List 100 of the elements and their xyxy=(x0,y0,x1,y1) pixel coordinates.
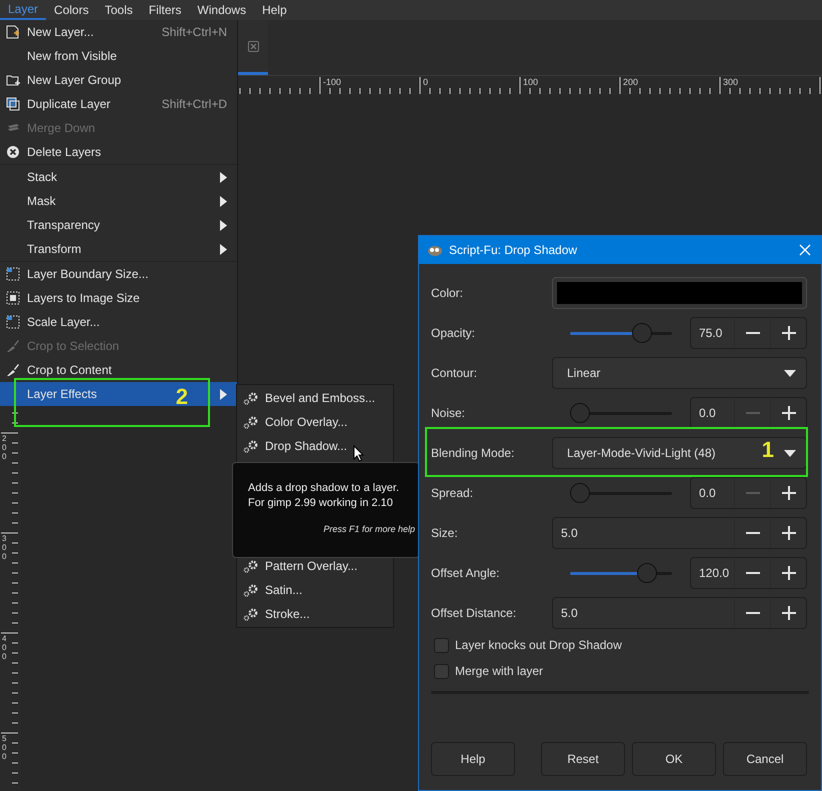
menu-item[interactable]: Bevel and Emboss... xyxy=(237,386,393,410)
menu-item-label: Mask xyxy=(27,193,56,210)
resize-icon xyxy=(6,267,20,281)
ruler-label: 100 xyxy=(522,77,540,87)
ruler-label: 200 xyxy=(2,435,8,462)
menu-item-label: Crop to Selection xyxy=(27,338,120,355)
gear-icon xyxy=(243,559,259,573)
gear-icon xyxy=(243,415,259,429)
menu-item[interactable]: Crop to Content xyxy=(0,358,237,382)
menu-item-label: Satin... xyxy=(265,582,302,599)
slider-thumb[interactable] xyxy=(637,563,658,583)
menu-item-label: Transform xyxy=(27,241,82,258)
menu-item-label: Delete Layers xyxy=(27,144,102,161)
checkbox[interactable] xyxy=(434,638,449,652)
menu-item[interactable]: Transform xyxy=(0,237,237,261)
fit-size-icon xyxy=(6,291,20,305)
field-label: Color: xyxy=(431,285,464,302)
ruler-label: 300 xyxy=(2,535,8,562)
spin-box[interactable]: 75.0 xyxy=(690,317,807,349)
shortcut-label: Shift+Ctrl+D xyxy=(162,96,227,113)
minus-icon xyxy=(746,572,760,574)
window-title: Script-Fu: Drop Shadow xyxy=(449,242,578,259)
close-icon[interactable] xyxy=(248,40,258,52)
field-label: Blending Mode: xyxy=(431,445,516,462)
submenu-arrow-icon xyxy=(220,172,227,182)
field-label: Noise: xyxy=(431,405,466,422)
menu-item-label: Stack xyxy=(27,169,58,186)
tooltip-text: Adds a drop shadow to a layer. xyxy=(248,481,400,496)
menu-item[interactable]: Color Overlay... xyxy=(237,410,393,434)
menu-item[interactable]: Satin... xyxy=(237,578,393,602)
knife-icon xyxy=(6,339,20,353)
slider-thumb[interactable] xyxy=(570,483,590,503)
slider[interactable] xyxy=(570,323,672,343)
slider-thumb[interactable] xyxy=(632,323,652,343)
spin-value: 5.0 xyxy=(560,525,579,542)
menu-item[interactable]: New Layer... Shift+Ctrl+N xyxy=(0,20,237,44)
tooltip-text: For gimp 2.99 working in 2.10 xyxy=(248,496,393,511)
menu-item[interactable]: Delete Layers xyxy=(0,140,237,164)
menu-item[interactable]: Scale Layer... xyxy=(0,310,237,334)
ruler-label: 200 xyxy=(622,77,640,87)
field-label: Offset Angle: xyxy=(431,565,500,582)
gear-icon xyxy=(243,607,259,621)
dialog-button[interactable]: Cancel xyxy=(723,742,807,776)
menu-bar-item[interactable]: Filters xyxy=(140,0,190,20)
submenu-arrow-icon xyxy=(220,196,227,206)
menu-item-label: Crop to Content xyxy=(27,362,112,379)
minus-icon xyxy=(746,612,760,614)
annotation-number: 1 xyxy=(762,437,774,463)
menu-bar-item[interactable]: Help xyxy=(254,0,295,20)
menu-item-label: New Layer... xyxy=(27,24,94,41)
menu-item-label: Transparency xyxy=(27,217,100,234)
field-label: Offset Distance: xyxy=(431,605,518,622)
plus-icon xyxy=(782,326,796,340)
menu-item[interactable]: Stack xyxy=(0,165,237,189)
menu-item[interactable]: Mask xyxy=(0,189,237,213)
spin-value: 75.0 xyxy=(698,325,724,342)
spin-box[interactable]: 5.0 xyxy=(552,597,807,629)
menu-item[interactable]: Pattern Overlay... xyxy=(237,554,393,578)
menu-item-label: Color Overlay... xyxy=(265,414,348,431)
field-label: Spread: xyxy=(431,485,474,502)
app-logo-icon xyxy=(427,244,443,256)
dropdown-arrow-icon xyxy=(784,370,796,376)
submenu-arrow-icon xyxy=(220,244,227,254)
spin-box[interactable]: 5.0 xyxy=(552,517,807,549)
minus-icon xyxy=(746,412,760,414)
menu-item-label: Bevel and Emboss... xyxy=(265,390,376,407)
color-button[interactable] xyxy=(552,277,807,309)
menu-bar-item[interactable]: Colors xyxy=(46,0,97,20)
menu-item[interactable]: Duplicate Layer Shift+Ctrl+D xyxy=(0,92,237,116)
menu-item[interactable]: New from Visible xyxy=(0,44,237,68)
field-label: Opacity: xyxy=(431,325,476,342)
shortcut-label: Shift+Ctrl+N xyxy=(162,24,227,41)
spin-value: 120.0 xyxy=(698,565,730,582)
resize-icon xyxy=(6,315,20,329)
menu-item[interactable]: Drop Shadow... xyxy=(237,434,393,458)
minus-icon xyxy=(746,532,760,534)
dialog-button[interactable]: Reset xyxy=(541,742,625,776)
tooltip-hint: Press F1 for more help xyxy=(323,523,415,535)
menu-item[interactable]: Layer Boundary Size... xyxy=(0,262,237,286)
menu-item[interactable]: New Layer Group xyxy=(0,68,237,92)
dialog-button[interactable]: OK xyxy=(632,742,716,776)
menu-bar-item[interactable]: Tools xyxy=(96,0,141,20)
spin-box[interactable]: 0.0 xyxy=(690,397,807,429)
slider[interactable] xyxy=(570,483,672,503)
menu-item[interactable]: Stroke... xyxy=(237,602,393,626)
checkbox[interactable] xyxy=(434,664,449,678)
slider[interactable] xyxy=(570,403,672,423)
gear-icon xyxy=(243,439,259,453)
menu-item[interactable]: Transparency xyxy=(0,213,237,237)
menu-item-label: Duplicate Layer xyxy=(27,96,110,113)
checkbox-label: Merge with layer xyxy=(455,663,544,680)
ruler-label: 400 xyxy=(2,635,8,662)
spin-box[interactable]: 0.0 xyxy=(690,477,807,509)
slider-thumb[interactable] xyxy=(570,403,590,423)
dialog-button[interactable]: Help xyxy=(431,742,515,776)
menu-bar-item[interactable]: Windows xyxy=(189,0,254,20)
spin-box[interactable]: 120.0 xyxy=(690,557,807,589)
menu-item[interactable]: Layers to Image Size xyxy=(0,286,237,310)
dropdown[interactable]: Linear xyxy=(552,357,807,389)
slider[interactable] xyxy=(570,563,672,583)
